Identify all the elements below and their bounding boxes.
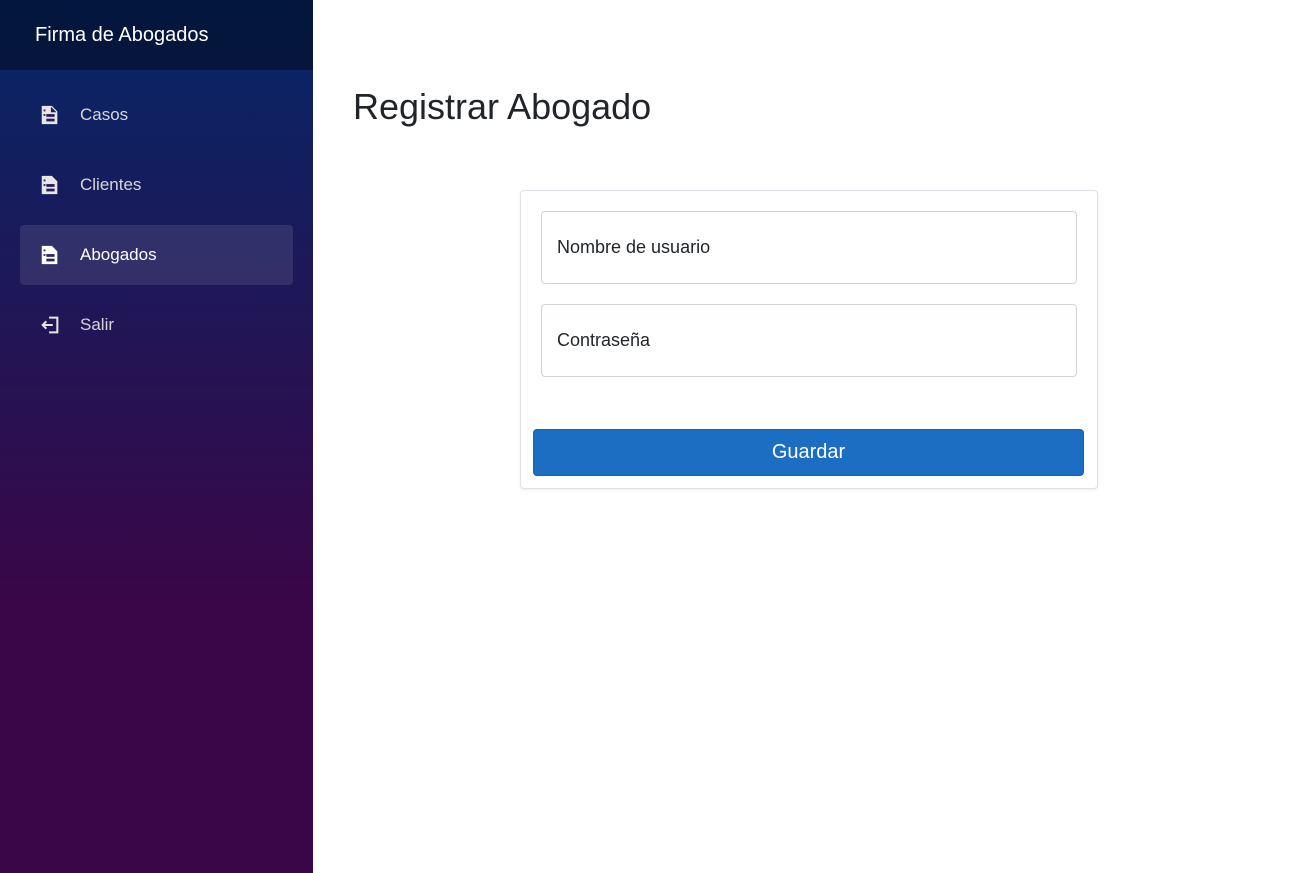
password-input[interactable]	[541, 304, 1077, 377]
save-button[interactable]: Guardar	[533, 429, 1084, 476]
sidebar-item-casos[interactable]: Casos	[20, 85, 293, 145]
document-icon	[38, 103, 62, 127]
sidebar: Firma de Abogados Casos Clientes Abogado…	[0, 0, 313, 873]
brand-title[interactable]: Firma de Abogados	[35, 24, 208, 47]
sidebar-item-label: Salir	[80, 315, 115, 334]
document-icon	[38, 243, 62, 267]
document-icon	[38, 173, 62, 197]
sidebar-item-abogados[interactable]: Abogados	[20, 225, 293, 285]
sidebar-nav: Casos Clientes Abogados Salir	[0, 70, 313, 365]
sidebar-item-label: Casos	[80, 105, 129, 124]
logout-icon	[38, 313, 62, 337]
app-root: Firma de Abogados Casos Clientes Abogado…	[0, 0, 1295, 873]
brand-bar: Firma de Abogados	[0, 0, 313, 70]
sidebar-item-label: Clientes	[80, 175, 142, 194]
sidebar-item-clientes[interactable]: Clientes	[20, 155, 293, 215]
register-form-card: Guardar	[520, 190, 1098, 489]
username-input[interactable]	[541, 211, 1077, 284]
sidebar-item-label: Abogados	[80, 245, 157, 264]
page-title: Registrar Abogado	[353, 86, 652, 127]
main-content: Registrar Abogado Guardar	[313, 0, 1295, 873]
sidebar-item-salir[interactable]: Salir	[20, 295, 293, 355]
